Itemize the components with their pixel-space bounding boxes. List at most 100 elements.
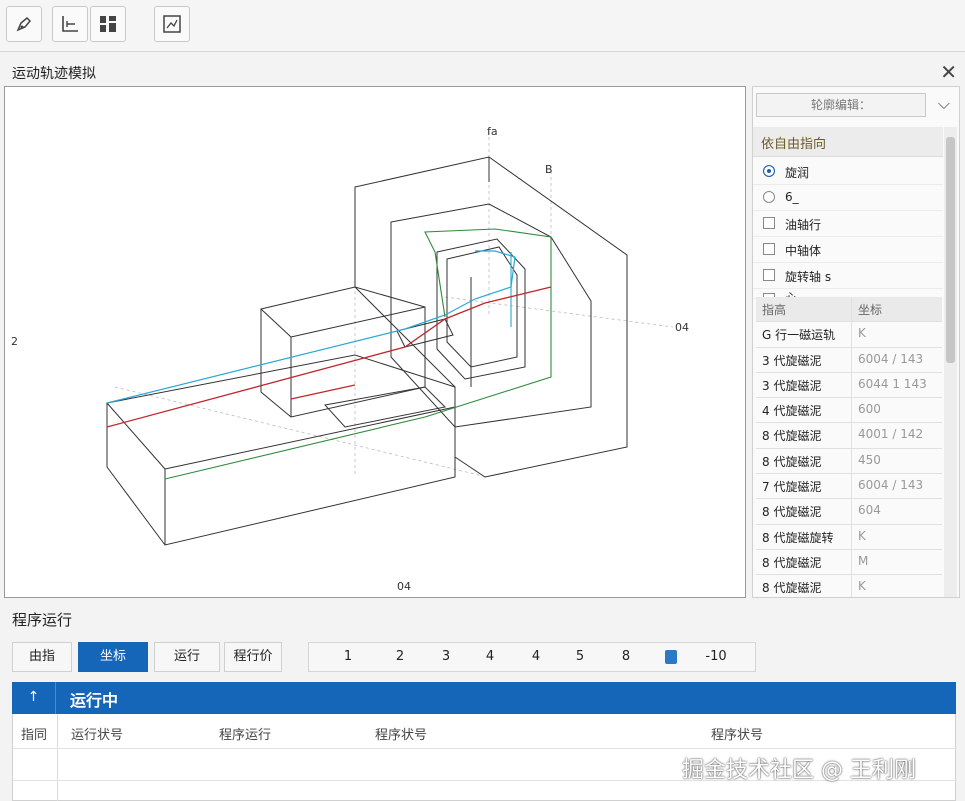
coordinates-table: 指高 坐标 G 行一磁运轨 K 3 代旋磁泥 6004 / 143 3 代旋磁泥 604…: [756, 297, 942, 597]
page-last[interactable]: -10: [701, 649, 731, 664]
tab-program-price[interactable]: 程行价: [224, 642, 282, 672]
panel-header: 运动轨迹模拟 ✕: [0, 58, 965, 86]
page-8[interactable]: 8: [611, 649, 641, 664]
table-row[interactable]: 8 代旋磁泥 K: [756, 575, 942, 597]
trajectory-viewport[interactable]: fa B 04 2 04: [4, 86, 746, 598]
row-name: 3 代旋磁泥: [762, 378, 822, 393]
table-row[interactable]: 3 代旋磁泥 6044 1 143: [756, 372, 942, 399]
row-value: 450: [858, 452, 881, 467]
row-name: 8 代旋磁泥: [762, 505, 822, 520]
page-4[interactable]: 4: [475, 649, 505, 664]
table-header-row: 指高 坐标: [756, 297, 942, 323]
table-row[interactable]: 7 代旋磁泥 6004 / 143: [756, 474, 942, 500]
arrow-up-icon[interactable]: ↑: [12, 682, 56, 714]
axis-label-right-top: B: [545, 163, 553, 176]
option-item[interactable]: 旋润: [753, 159, 943, 185]
row-name: 3 代旋磁泥: [762, 353, 822, 368]
mode-dropdown[interactable]: 轮廓编辑：: [756, 93, 926, 117]
page-marker-icon[interactable]: [665, 650, 677, 664]
table-row[interactable]: 8 代旋磁泥 450: [756, 448, 942, 475]
panel-scrollbar[interactable]: [944, 127, 957, 597]
trajectory-red: [106, 286, 552, 428]
option-item[interactable]: 中轴体: [753, 237, 943, 263]
trajectory-red-segment: [290, 384, 356, 400]
chart-frame-icon: [163, 15, 181, 33]
axis-label-top: fa: [487, 125, 498, 138]
option-label: 旋润: [785, 166, 810, 180]
column-header: 程序状号: [375, 728, 428, 743]
option-label: 油轴行: [785, 218, 822, 232]
option-label: 旋转轴 s: [785, 270, 832, 284]
pagination: 1 2 3 4 4 5 8 -10: [308, 642, 756, 672]
table-row[interactable]: G 行一磁运轨 K: [756, 322, 942, 348]
trajectory-blue: [106, 250, 516, 404]
column-header: 程序运行: [219, 728, 272, 743]
page-2[interactable]: 2: [385, 649, 415, 664]
checkbox[interactable]: [763, 217, 775, 229]
row-name: 8 代旋磁泥: [762, 581, 822, 596]
row-value: 6044 1 143: [858, 376, 927, 391]
pen-tool-icon: [16, 16, 32, 32]
chart-frame-button[interactable]: [154, 6, 190, 42]
row-name: 8 代旋磁泥: [762, 429, 822, 444]
row-value: 604: [858, 503, 881, 518]
properties-panel: 轮廓编辑： ⌵ 依自由指向 旋润 6_ 油轴行 中轴体 旋转轴 s 心 … 指高…: [752, 86, 960, 598]
tab-run[interactable]: 运行: [154, 642, 220, 672]
tab-pointer[interactable]: 由指: [12, 642, 72, 672]
radio-button[interactable]: [763, 165, 775, 177]
row-value: M: [858, 553, 869, 568]
option-item[interactable]: 6_: [753, 185, 943, 211]
row-name: 8 代旋磁泥: [762, 454, 822, 469]
grid-layout-icon: [100, 16, 116, 32]
table-row[interactable]: 4 代旋磁泥 600: [756, 398, 942, 424]
checkbox[interactable]: [763, 269, 775, 281]
pen-tool-button[interactable]: [6, 6, 42, 42]
row-value: K: [858, 528, 866, 543]
trajectory-green: [164, 228, 552, 480]
axis-guides: [114, 131, 674, 478]
table-row[interactable]: 8 代旋磁泥 4001 / 142: [756, 423, 942, 449]
radio-button[interactable]: [763, 191, 775, 203]
program-section-title: 程序运行: [12, 611, 73, 629]
watermark: 掘金技术社区 @ 王利刚: [682, 758, 916, 783]
option-item[interactable]: 旋转轴 s: [753, 263, 943, 289]
axis-icon: [62, 16, 78, 32]
option-item[interactable]: 油轴行: [753, 211, 943, 237]
table-row[interactable]: 8 代旋磁旋转 K: [756, 524, 942, 550]
table-row[interactable]: 8 代旋磁泥 M: [756, 549, 942, 576]
tab-coordinates[interactable]: 坐标: [78, 642, 148, 672]
table-row[interactable]: 8 代旋磁泥 604: [756, 499, 942, 525]
page-4b[interactable]: 4: [521, 649, 551, 664]
checkbox[interactable]: [763, 243, 775, 255]
toolbar: [0, 0, 965, 52]
page-1[interactable]: 1: [333, 649, 363, 664]
scrollbar-thumb[interactable]: [946, 137, 955, 363]
page-3[interactable]: 3: [431, 649, 461, 664]
chevron-down-icon[interactable]: ⌵: [933, 93, 955, 117]
axis-label-left: 2: [11, 335, 18, 348]
row-name: 4 代旋磁泥: [762, 404, 822, 419]
column-header: 运行状号: [71, 728, 124, 743]
row-value: 6004 / 143: [858, 478, 924, 493]
row-value: 600: [858, 402, 881, 417]
table-row[interactable]: 3 代旋磁泥 6004 / 143: [756, 347, 942, 373]
section-title: 依自由指向: [761, 137, 827, 152]
column-header: 指同: [21, 728, 48, 743]
close-icon[interactable]: ✕: [940, 60, 957, 84]
row-name: 8 代旋磁泥: [762, 555, 822, 570]
table-header-value: 坐标: [858, 303, 883, 317]
axis-button[interactable]: [52, 6, 88, 42]
grid-layout-button[interactable]: [90, 6, 126, 42]
row-value: 6004 / 143: [858, 351, 924, 366]
trajectory-drawing: fa B 04 2 04: [11, 125, 689, 593]
section-header: 依自由指向: [753, 127, 943, 157]
option-label: 中轴体: [785, 244, 822, 258]
run-status-title: 运行中: [70, 691, 119, 710]
axis-label-right: 04: [675, 321, 689, 334]
part-wireframe: [106, 156, 628, 546]
row-name: 7 代旋磁泥: [762, 480, 822, 495]
page-5[interactable]: 5: [565, 649, 595, 664]
run-status-header: ↑ 运行中: [12, 682, 956, 714]
row-value: K: [858, 326, 866, 341]
panel-title: 运动轨迹模拟: [12, 66, 96, 82]
